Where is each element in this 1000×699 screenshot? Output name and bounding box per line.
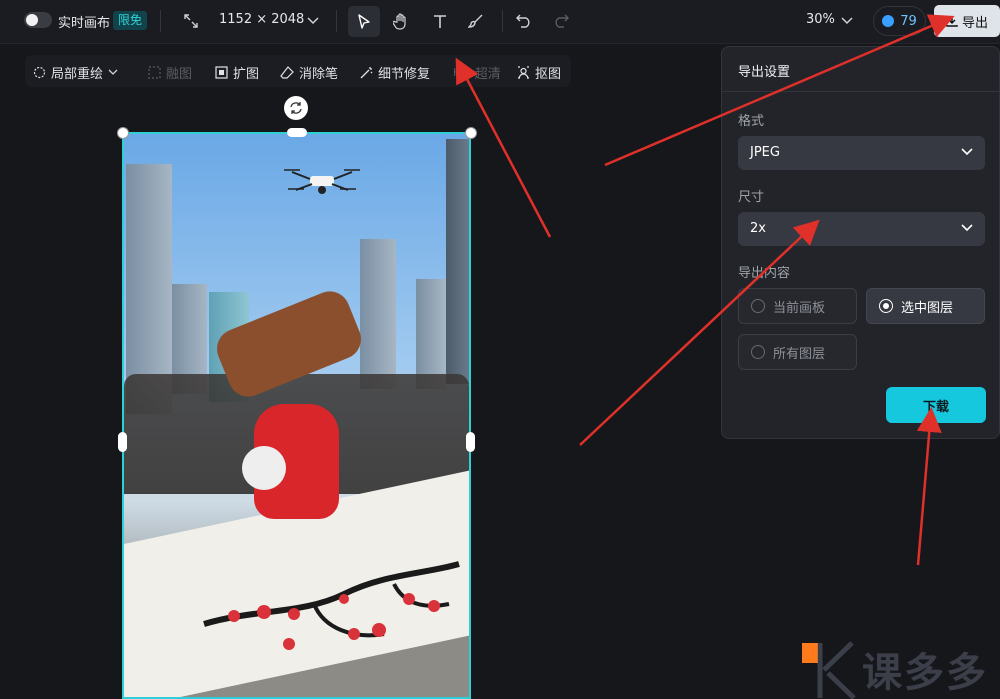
- format-value: JPEG: [750, 145, 780, 160]
- detail-repair-label: 细节修复: [378, 67, 431, 82]
- resize-icon[interactable]: [182, 12, 200, 30]
- detail-repair-tool[interactable]: 细节修复: [360, 63, 430, 82]
- credits-counter[interactable]: 79: [873, 6, 926, 36]
- export-button[interactable]: 导出: [934, 5, 1000, 37]
- export-label: 导出: [961, 15, 988, 31]
- rotate-icon: [290, 102, 302, 114]
- building: [416, 279, 446, 389]
- chevron-down-icon: [961, 136, 973, 170]
- panel-title: 导出设置: [738, 65, 791, 80]
- chevron-down-icon[interactable]: [840, 14, 854, 28]
- download-button[interactable]: 下载: [886, 387, 986, 423]
- resize-handle-left[interactable]: [118, 432, 127, 452]
- option-label: 当前画板: [773, 300, 826, 316]
- resize-handle-top[interactable]: [287, 128, 307, 137]
- radio-selected-icon: [879, 299, 893, 313]
- chevron-down-icon: [108, 69, 118, 75]
- text-tool-icon[interactable]: [430, 10, 450, 32]
- redo-icon[interactable]: [551, 11, 571, 31]
- select-tool-icon[interactable]: [348, 6, 380, 37]
- arrow-to-detail-repair: [455, 57, 552, 238]
- inpaint-label: 局部重绘: [51, 67, 104, 82]
- cutout-icon: [518, 66, 529, 79]
- resize-handle-top-left[interactable]: [117, 127, 129, 139]
- size-label: 尺寸: [738, 190, 765, 205]
- inpaint-tool[interactable]: 局部重绘: [33, 63, 118, 82]
- expand-tool[interactable]: 扩图: [215, 63, 259, 82]
- blend-tool[interactable]: 融图: [148, 63, 192, 82]
- size-select[interactable]: 2x: [738, 212, 985, 246]
- toolbar-divider: [160, 10, 161, 32]
- blend-icon: [148, 66, 161, 79]
- credit-coin-icon: [882, 15, 895, 27]
- option-all-layers[interactable]: 所有图层: [738, 334, 857, 370]
- export-settings-panel: 导出设置 格式 JPEG 尺寸 2x 导出内容 当前画板 选中图层 所有图层 下…: [721, 46, 1000, 439]
- building: [446, 139, 469, 384]
- logo-icon: [802, 641, 856, 699]
- rotate-button[interactable]: [284, 96, 308, 120]
- drone: [284, 169, 360, 194]
- toolbar-divider: [336, 10, 337, 32]
- realtime-canvas-toggle[interactable]: [24, 12, 52, 28]
- eraser-icon: [280, 66, 294, 79]
- option-current-artboard[interactable]: 当前画板: [738, 288, 857, 324]
- resize-handle-right[interactable]: [466, 432, 475, 452]
- toolbar-divider: [502, 10, 503, 32]
- option-label: 选中图层: [901, 300, 954, 316]
- edit-tools-bar: 局部重绘 融图 扩图 消除笔 细节修复 HD 超清 抠图: [25, 55, 571, 87]
- inpaint-icon: [33, 66, 46, 79]
- export-content-label: 导出内容: [738, 266, 791, 281]
- person-head: [242, 446, 286, 490]
- building: [360, 239, 396, 389]
- selected-image-layer[interactable]: [122, 132, 471, 699]
- radio-icon: [751, 345, 765, 359]
- super-resolution-label: 超清: [474, 67, 501, 82]
- blend-label: 融图: [166, 67, 193, 82]
- option-label: 所有图层: [773, 346, 826, 362]
- canvas-size-select[interactable]: 1152 × 2048: [219, 12, 304, 27]
- magic-wand-icon: [360, 67, 373, 79]
- option-selected-layer[interactable]: 选中图层: [866, 288, 985, 324]
- format-label: 格式: [738, 114, 765, 129]
- download-icon: [946, 16, 958, 27]
- format-select[interactable]: JPEG: [738, 136, 985, 170]
- super-resolution-tool[interactable]: HD 超清: [453, 63, 501, 82]
- resize-handle-top-right[interactable]: [465, 127, 477, 139]
- radio-icon: [751, 299, 765, 313]
- chevron-down-icon[interactable]: [306, 14, 320, 28]
- limited-free-badge: 限免: [113, 11, 148, 30]
- cutout-label: 抠图: [535, 67, 562, 82]
- panel-divider: [722, 91, 999, 92]
- top-toolbar: 实时画布 限免 1152 × 2048 30% 79 导出: [0, 0, 1000, 44]
- hand-tool-icon[interactable]: [391, 10, 411, 32]
- plum-blossom-painting: [203, 561, 460, 650]
- expand-label: 扩图: [233, 67, 260, 82]
- cutout-tool[interactable]: 抠图: [517, 63, 561, 82]
- expand-icon: [215, 66, 228, 79]
- zoom-level[interactable]: 30%: [806, 12, 835, 27]
- realtime-canvas-label: 实时画布: [58, 16, 111, 31]
- eraser-tool[interactable]: 消除笔: [280, 63, 338, 82]
- chevron-down-icon: [961, 212, 973, 246]
- credits-value: 79: [900, 13, 917, 29]
- brush-tool-icon[interactable]: [466, 10, 486, 32]
- undo-icon[interactable]: [514, 11, 534, 31]
- watermark-text: 课多多: [862, 650, 988, 696]
- watermark-logo: 课多多: [800, 638, 1000, 699]
- hd-icon: HD: [453, 66, 470, 79]
- eraser-label: 消除笔: [299, 67, 339, 82]
- size-value: 2x: [750, 221, 766, 236]
